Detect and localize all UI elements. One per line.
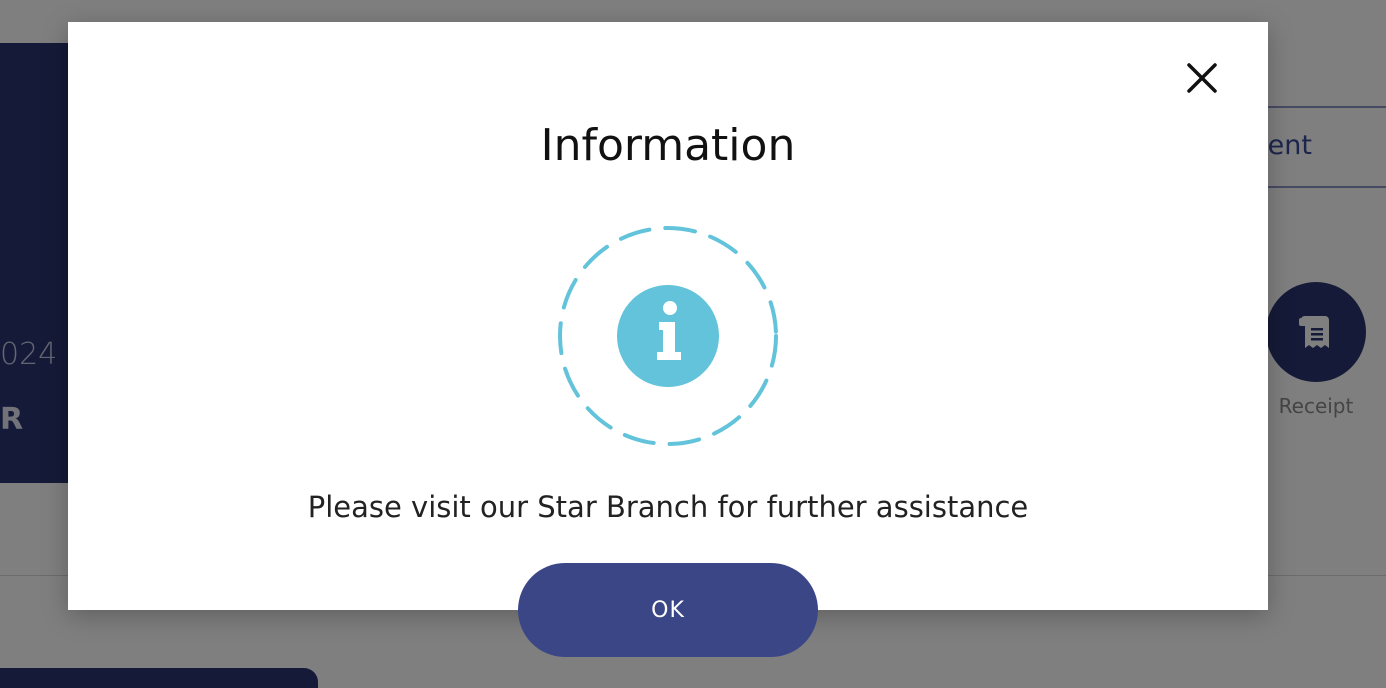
app-screen: 024 R nent Receipt Information: [0, 0, 1386, 688]
dialog-message: Please visit our Star Branch for further…: [307, 490, 1029, 524]
info-graphic: [558, 226, 778, 446]
dialog-title: Information: [540, 120, 796, 171]
close-icon: [1187, 63, 1217, 93]
ok-button[interactable]: OK: [518, 563, 818, 657]
information-dialog: Information Please visit our Star Branch…: [68, 22, 1268, 610]
info-icon: [558, 226, 778, 446]
close-button[interactable]: [1182, 58, 1222, 98]
